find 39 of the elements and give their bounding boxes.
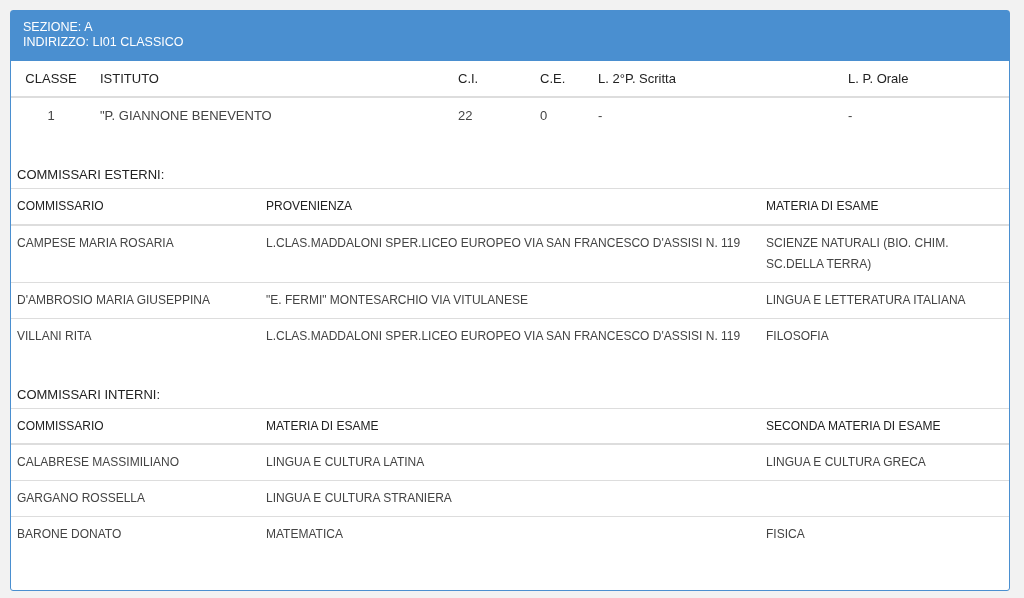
table-cell: VILLANI RITA	[17, 328, 92, 343]
table-cell: MATEMATICA	[266, 527, 343, 541]
table-cell: 1	[11, 97, 91, 134]
column-header: SECONDA MATERIA DI ESAME	[760, 408, 1009, 444]
table-cell: -	[590, 97, 840, 134]
column-header: C.E.	[530, 61, 590, 97]
table-cell: "E. FERMI" MONTESARCHIO VIA VITULANESE	[266, 292, 528, 307]
table-cell: FILOSOFIA	[766, 328, 829, 343]
table-cell: LINGUA E LETTERATURA ITALIANA	[766, 292, 966, 307]
table-cell: 0	[530, 97, 590, 134]
table-cell: 22	[450, 97, 530, 134]
column-header: COMMISSARIO	[11, 408, 260, 444]
table-cell: SCIENZE NATURALI (BIO. CHIM. SC.DELLA TERRA)	[766, 235, 949, 271]
column-header: MATERIA DI ESAME	[260, 408, 760, 444]
address-label: INDIRIZZO: LI01 CLASSICO	[23, 35, 185, 50]
table-cell: CAMPESE MARIA ROSARIA	[17, 235, 174, 250]
table-cell: L.CLAS.MADDALONI SPER.LICEO EUROPEO VIA SAN FRANCESCO D'ASSISI N. 119	[266, 328, 741, 343]
section-title: COMMISSARI ESTERNI:	[16, 166, 166, 184]
table-cell: CALABRESE MASSIMILIANO	[17, 455, 180, 469]
column-header: L. 2°P. Scritta	[590, 61, 840, 97]
column-header: CLASSE	[11, 61, 91, 97]
column-header: MATERIA DI ESAME	[760, 188, 1009, 225]
table-cell: GARGANO ROSSELLA	[17, 491, 146, 505]
table-cell: -	[840, 97, 1009, 134]
table-cell: "P. GIANNONE BENEVENTO	[91, 97, 450, 134]
table-cell: LINGUA E CULTURA STRANIERA	[266, 491, 452, 505]
section-label: SEZIONE: A	[23, 20, 94, 35]
table-cell: FISICA	[766, 527, 805, 541]
column-header: C.I.	[450, 61, 530, 97]
column-header: COMMISSARIO	[11, 188, 260, 225]
table-cell: LINGUA E CULTURA GRECA	[766, 455, 926, 469]
table-cell: D'AMBROSIO MARIA GIUSEPPINA	[17, 292, 210, 307]
column-header: PROVENIENZA	[260, 188, 760, 225]
section-title: COMMISSARI INTERNI:	[16, 385, 161, 404]
column-header: ISTITUTO	[91, 61, 450, 97]
table-cell: L.CLAS.MADDALONI SPER.LICEO EUROPEO VIA SAN FRANCESCO D'ASSISI N. 119	[266, 235, 741, 250]
table-cell: LINGUA E CULTURA LATINA	[266, 455, 425, 469]
table-cell: BARONE DONATO	[17, 527, 122, 541]
column-header: L. P. Orale	[840, 61, 1009, 97]
